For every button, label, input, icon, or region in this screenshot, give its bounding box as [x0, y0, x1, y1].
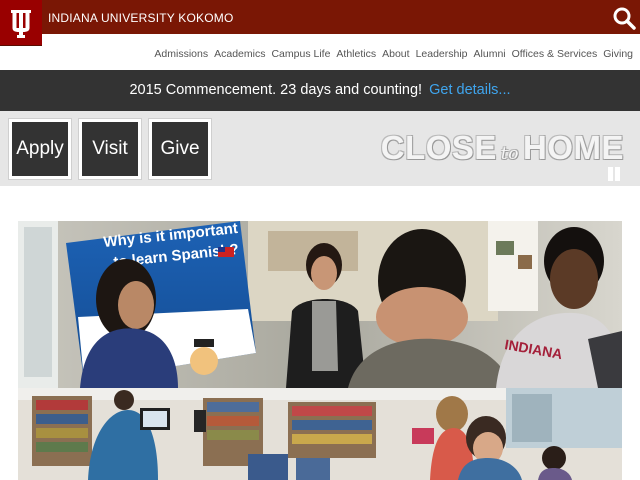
pause-icon	[608, 167, 613, 181]
announcement-text: 2015 Commencement. 23 days and counting!	[129, 82, 423, 98]
tagline-close: CLOSE	[380, 129, 497, 166]
iu-trident-icon	[11, 9, 31, 38]
site-title[interactable]: INDIANA UNIVERSITY KOKOMO	[48, 11, 233, 25]
nav-admissions[interactable]: Admissions	[151, 48, 211, 60]
action-band: Apply Visit Give CLOSE to HOME	[0, 111, 640, 186]
apply-button[interactable]: Apply	[8, 118, 72, 180]
nav-alumni[interactable]: Alumni	[471, 48, 509, 60]
close-to-home-tagline: CLOSE to HOME	[381, 129, 624, 167]
nav-academics[interactable]: Academics	[211, 48, 268, 60]
hero-photo-library	[18, 388, 622, 480]
iu-logo[interactable]	[0, 0, 42, 46]
nav-athletics[interactable]: Athletics	[333, 48, 379, 60]
main-nav: Admissions Academics Campus Life Athleti…	[151, 48, 636, 60]
search-icon	[613, 7, 636, 30]
tagline-home: HOME	[523, 129, 624, 166]
nav-offices-services[interactable]: Offices & Services	[509, 48, 601, 60]
slideshow-pause-button[interactable]	[607, 167, 621, 181]
announcement-link[interactable]: Get details...	[429, 82, 510, 98]
nav-leadership[interactable]: Leadership	[413, 48, 471, 60]
visit-button[interactable]: Visit	[78, 118, 142, 180]
students-photo-illustration: Why is it important to learn Spanish? IN…	[18, 221, 622, 388]
search-button[interactable]	[612, 6, 636, 30]
library-photo-illustration	[18, 388, 622, 480]
give-button[interactable]: Give	[148, 118, 212, 180]
nav-giving[interactable]: Giving	[600, 48, 636, 60]
hero-photo-students: Why is it important to learn Spanish? IN…	[18, 221, 622, 388]
nav-campus-life[interactable]: Campus Life	[268, 48, 333, 60]
tagline-to: to	[500, 144, 519, 164]
nav-about[interactable]: About	[379, 48, 412, 60]
announcement-banner: 2015 Commencement. 23 days and counting!…	[0, 70, 640, 111]
